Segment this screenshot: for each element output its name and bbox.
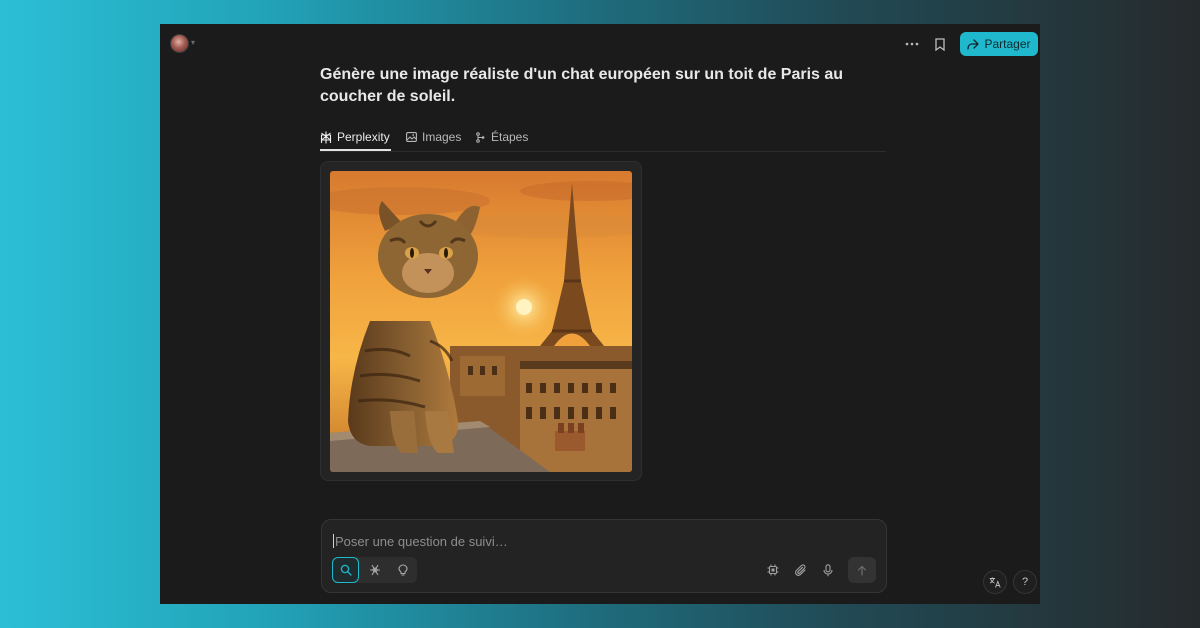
search-mode-button[interactable] (332, 557, 359, 583)
app-window: ▾ Partager Génère une image réaliste d'u… (160, 24, 1040, 604)
query-title: Génère une image réaliste d'un chat euro… (320, 66, 844, 105)
microphone-icon[interactable] (820, 562, 836, 578)
generated-image[interactable] (330, 171, 632, 472)
generated-image-card[interactable] (320, 161, 642, 481)
research-icon (369, 564, 380, 576)
bookmark-icon[interactable] (931, 35, 949, 53)
tab-images[interactable]: Images (406, 124, 461, 150)
tab-etapes[interactable]: Étapes (476, 124, 528, 150)
research-mode-button[interactable] (361, 557, 388, 583)
image-icon (406, 132, 417, 142)
followup-placeholder: Poser une question de suivi… (335, 533, 508, 549)
tab-etapes-label: Étapes (491, 130, 529, 144)
search-icon (340, 564, 352, 576)
ellipsis-icon[interactable] (903, 35, 921, 53)
active-tab-indicator (320, 149, 391, 151)
model-chip-icon[interactable] (765, 562, 781, 578)
tab-images-label: Images (422, 130, 462, 144)
tab-perplexity[interactable]: Perplexity (320, 124, 390, 150)
labs-bulb-icon (397, 564, 408, 576)
chevron-down-icon[interactable]: ▾ (191, 38, 195, 47)
attach-paperclip-icon[interactable] (793, 562, 809, 578)
share-button-label: Partager (984, 37, 1031, 51)
help-button[interactable]: ? (1013, 570, 1037, 594)
steps-icon (476, 131, 485, 143)
search-mode-selector (332, 557, 417, 583)
answer-tabs: Perplexity Images Étapes (320, 122, 886, 152)
followup-composer: Poser une question de suivi… (321, 519, 887, 593)
perplexity-logo-icon (320, 131, 332, 143)
tab-perplexity-label: Perplexity (337, 130, 390, 144)
top-bar: ▾ Partager (160, 24, 1040, 64)
share-button[interactable]: Partager (960, 32, 1038, 56)
labs-mode-button[interactable] (389, 557, 416, 583)
user-avatar[interactable] (170, 34, 189, 53)
submit-button[interactable] (848, 557, 876, 583)
text-caret (333, 534, 334, 548)
followup-input[interactable]: Poser une question de suivi… (333, 532, 733, 550)
arrow-up-icon (857, 565, 867, 576)
help-label: ? (1021, 576, 1029, 588)
translate-icon (989, 577, 1001, 588)
translate-button[interactable] (983, 570, 1007, 594)
share-arrow-icon (967, 38, 980, 50)
